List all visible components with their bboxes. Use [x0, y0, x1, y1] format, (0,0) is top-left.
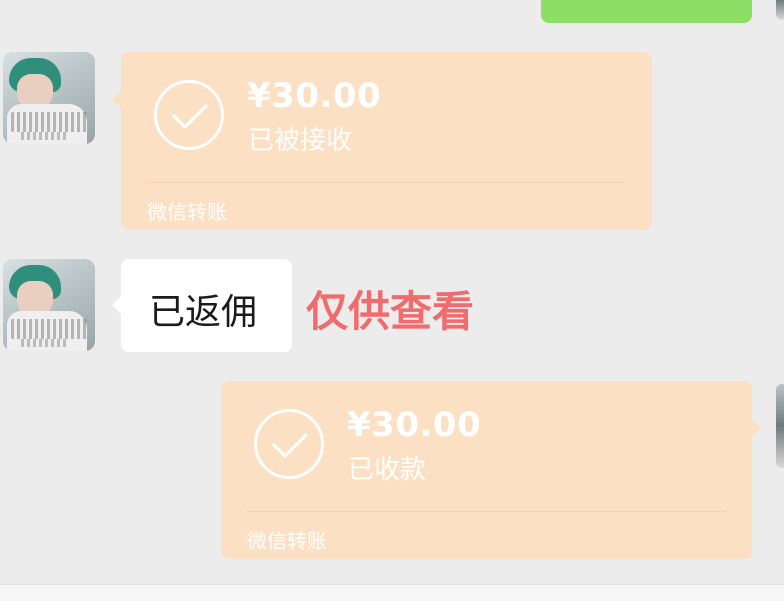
message-text: 已返佣 [149, 292, 258, 333]
transfer-footer-label: 微信转账 [247, 529, 327, 553]
my-avatar-partial[interactable] [776, 384, 784, 468]
contact-avatar[interactable] [3, 52, 95, 144]
transfer-footer-label: 微信转账 [147, 200, 227, 224]
view-only-caption: 仅供查看 [306, 287, 475, 336]
sent-message-bubble-partial[interactable] [541, 0, 752, 23]
transfer-status: 已收款 [348, 455, 427, 485]
transfer-card-received[interactable]: ¥30.00 已被接收 微信转账 [112, 52, 652, 230]
transfer-card-collected[interactable]: ¥30.00 已收款 微信转账 [221, 381, 761, 559]
check-circle-icon [154, 80, 224, 150]
card-divider [147, 182, 626, 183]
my-avatar-partial[interactable] [776, 0, 784, 20]
transfer-amount: ¥30.00 [247, 76, 382, 116]
transfer-status: 已被接收 [248, 126, 353, 156]
card-divider [247, 511, 726, 512]
check-circle-icon [254, 409, 324, 479]
transfer-amount: ¥30.00 [347, 405, 482, 445]
input-bar-edge [0, 584, 784, 601]
contact-avatar[interactable] [3, 259, 95, 351]
text-message-bubble[interactable]: 已返佣 [112, 259, 292, 352]
